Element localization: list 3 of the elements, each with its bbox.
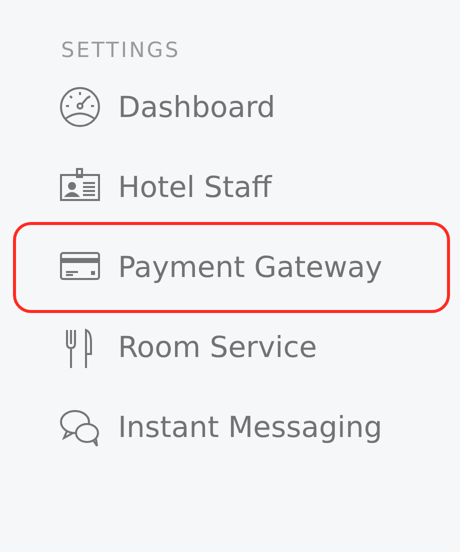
gauge-icon bbox=[59, 86, 101, 130]
menu-item[interactable]: Payment Gateway bbox=[13, 222, 450, 313]
section-heading: SETTINGS bbox=[61, 37, 182, 64]
